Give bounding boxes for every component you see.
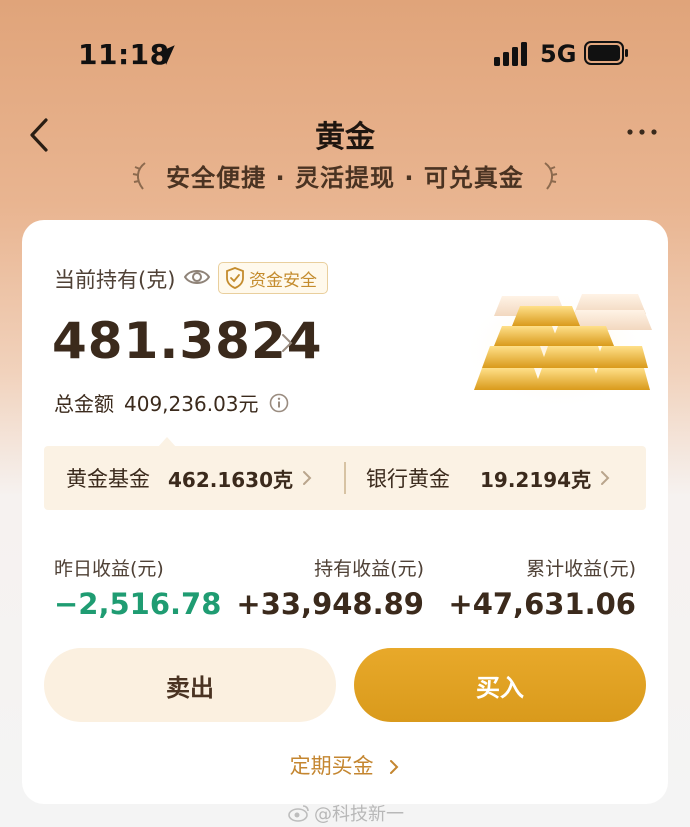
total-label: 总金额 — [54, 392, 114, 416]
battery-icon — [584, 41, 628, 65]
stat-cumulative-value: +47,631.06 — [448, 587, 636, 621]
page-title: 黄金 — [315, 120, 375, 155]
chevron-right-icon — [601, 471, 610, 485]
more-icon[interactable] — [626, 124, 658, 140]
shield-icon — [226, 267, 244, 289]
watermark-text: @科技新一 — [314, 804, 404, 825]
holding-split-row: 黄金基金 462.1630克 银行黄金 19.2194克 — [44, 437, 646, 510]
chevron-right-icon — [303, 471, 312, 485]
laurel-right-icon — [544, 161, 558, 190]
bank-gold-value: 19.2194克 — [480, 467, 592, 492]
gold-fund-value: 462.1630克 — [168, 467, 294, 492]
stat-cumulative-label: 累计收益(元) — [526, 558, 636, 580]
slogan: 安全便捷 · 灵活提现 · 可兑真金 — [0, 158, 690, 193]
stat-yesterday-label: 昨日收益(元) — [54, 558, 164, 580]
eye-icon[interactable] — [184, 267, 210, 287]
safety-badge-label: 资金安全 — [249, 270, 317, 291]
total-value: 409,236.03元 — [124, 392, 259, 416]
stat-holding-value: +33,948.89 — [236, 587, 424, 621]
watermark: @科技新一 — [288, 800, 404, 826]
bank-gold-item[interactable]: 银行黄金 19.2194克 — [366, 446, 611, 510]
periodic-buy-link[interactable]: 定期买金 — [22, 750, 668, 780]
holding-label: 当前持有(克) — [54, 268, 176, 292]
total-amount-row: 总金额 409,236.03元 — [54, 388, 289, 417]
laurel-left-icon — [132, 161, 146, 190]
stat-holding: 持有收益(元) +33,948.89 — [236, 554, 424, 621]
chevron-right-icon[interactable] — [280, 332, 294, 354]
gold-fund-label: 黄金基金 — [66, 467, 150, 491]
sell-button[interactable]: 卖出 — [44, 648, 336, 722]
buy-button[interactable]: 买入 — [354, 648, 646, 722]
info-icon[interactable] — [269, 393, 289, 413]
chevron-right-icon — [390, 760, 399, 774]
location-arrow-icon — [155, 45, 175, 65]
network-type: 5G — [540, 40, 577, 68]
safety-badge[interactable]: 资金安全 — [218, 262, 328, 294]
slogan-text: 安全便捷 · 灵活提现 · 可兑真金 — [166, 164, 524, 192]
stat-holding-label: 持有收益(元) — [314, 558, 424, 580]
gold-holdings-card: 当前持有(克) 资金安全 481.3824 总金额 409,236.03元 黄金… — [22, 220, 668, 804]
gold-bars-icon — [462, 290, 652, 410]
weibo-icon — [288, 805, 309, 822]
stat-yesterday-value: −2,516.78 — [54, 587, 222, 621]
bank-gold-label: 银行黄金 — [366, 467, 450, 491]
stat-cumulative: 累计收益(元) +47,631.06 — [448, 554, 636, 621]
gold-fund-item[interactable]: 黄金基金 462.1630克 — [66, 446, 313, 510]
periodic-buy-label: 定期买金 — [289, 754, 374, 778]
signal-icon — [494, 42, 527, 66]
stat-yesterday: 昨日收益(元) −2,516.78 — [54, 554, 221, 621]
divider — [344, 462, 346, 494]
status-bar: 11:18 5G — [0, 0, 690, 110]
